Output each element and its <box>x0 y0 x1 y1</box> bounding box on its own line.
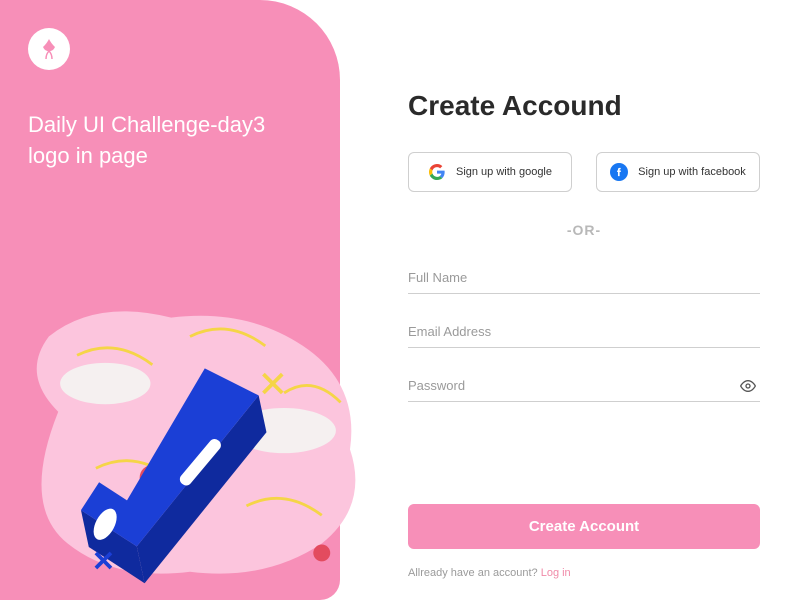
leaf-icon <box>37 37 61 61</box>
create-account-button[interactable]: Create Account <box>408 504 760 549</box>
google-signup-button[interactable]: Sign up with google <box>408 152 572 192</box>
logo <box>28 28 70 70</box>
social-row: Sign up with google Sign up with faceboo… <box>408 152 760 192</box>
page-title: Create Accound <box>408 90 760 122</box>
password-field <box>408 370 760 402</box>
checkmark-illustration <box>0 280 380 600</box>
left-panel: Daily UI Challenge-day3 logo in page <box>0 0 340 600</box>
fullname-field <box>408 262 760 294</box>
right-panel: Create Accound Sign up with google <box>340 0 800 600</box>
facebook-signup-button[interactable]: Sign up with facebook <box>596 152 760 192</box>
login-link[interactable]: Log in <box>541 567 571 579</box>
facebook-icon <box>610 163 628 181</box>
divider: -OR- <box>408 222 760 238</box>
email-field <box>408 316 760 348</box>
footer-text: Allready have an account? Log in <box>408 567 760 579</box>
footer-prompt: Allready have an account? <box>408 567 541 579</box>
password-input[interactable] <box>408 370 760 402</box>
eye-icon[interactable] <box>740 378 756 399</box>
google-label: Sign up with google <box>456 166 552 178</box>
fullname-input[interactable] <box>408 262 760 294</box>
email-input[interactable] <box>408 316 760 348</box>
left-title: Daily UI Challenge-day3 logo in page <box>28 110 312 172</box>
google-icon <box>428 163 446 181</box>
facebook-label: Sign up with facebook <box>638 166 746 178</box>
title-line1: Daily UI Challenge-day3 <box>28 110 312 141</box>
title-line2: logo in page <box>28 141 312 172</box>
